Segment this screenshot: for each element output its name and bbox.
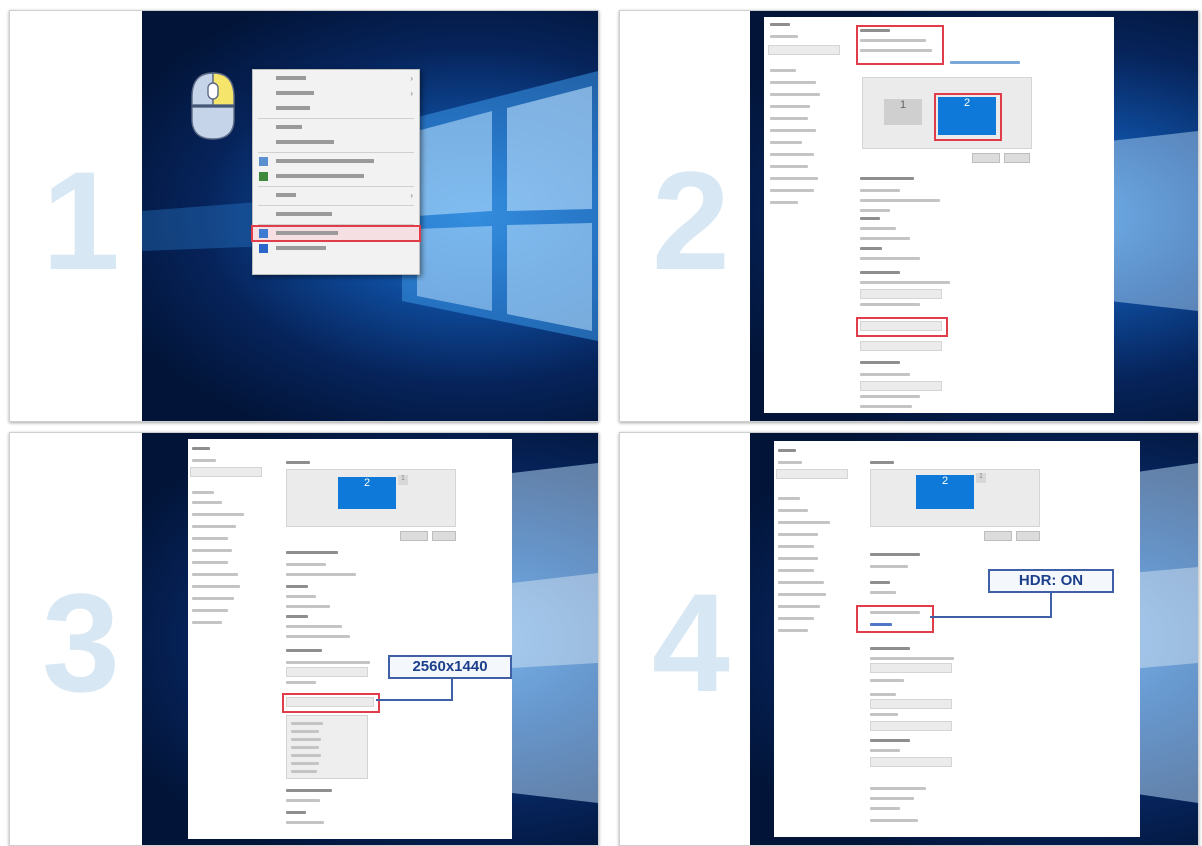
highlight-box xyxy=(856,25,944,65)
menu-item-view-options[interactable] xyxy=(253,208,419,221)
step-3-panel: 3 2 1 2560x1440 xyxy=(9,432,599,846)
menu-item-view[interactable]: › xyxy=(253,72,419,85)
step-2-panel: 2 1 2 xyxy=(619,10,1199,422)
step-number: 4 xyxy=(652,564,730,721)
monitor-2-tile[interactable]: 2 xyxy=(916,475,974,509)
hdr-toggle-highlight xyxy=(856,605,934,633)
context-menu: › › › xyxy=(251,69,421,275)
step-number: 3 xyxy=(42,564,120,721)
monitor-2-tile[interactable]: 2 xyxy=(338,477,396,509)
identify-button[interactable] xyxy=(972,153,1000,163)
resolution-options-list[interactable] xyxy=(286,715,368,779)
scale-dropdown[interactable] xyxy=(286,667,368,677)
settings-sidebar xyxy=(764,17,844,413)
detect-button[interactable] xyxy=(1016,531,1040,541)
orientation-dropdown[interactable] xyxy=(870,721,952,731)
multiple-displays-dropdown[interactable] xyxy=(860,381,942,391)
settings-sidebar xyxy=(188,439,268,839)
menu-item-control-panel[interactable] xyxy=(253,170,419,183)
menu-item-paste-shortcut[interactable] xyxy=(253,136,419,149)
display-icon xyxy=(259,229,268,238)
orientation-dropdown[interactable] xyxy=(860,341,942,351)
step-4-panel: 4 2 1 HDR: ON xyxy=(619,432,1199,846)
menu-item-refresh[interactable] xyxy=(253,102,419,115)
mouse-icon xyxy=(191,72,235,140)
menu-item-graphics-settings[interactable] xyxy=(253,155,419,168)
resolution-dropdown[interactable] xyxy=(870,699,952,709)
menu-item-sort-by[interactable]: › xyxy=(253,87,419,100)
search-input[interactable] xyxy=(776,469,848,479)
step-1-panel: 1 › › › xyxy=(9,10,599,422)
settings-sidebar xyxy=(774,441,854,837)
scale-dropdown[interactable] xyxy=(870,663,952,673)
detect-button[interactable] xyxy=(1004,153,1030,163)
menu-item-paste[interactable] xyxy=(253,121,419,134)
resolution-callout: 2560x1440 xyxy=(388,655,512,679)
personalize-icon xyxy=(259,244,268,253)
monitor-1-tile[interactable]: 1 xyxy=(884,99,922,125)
step-number: 1 xyxy=(42,142,120,299)
monitor-1-tile[interactable]: 1 xyxy=(976,473,986,483)
detect-button[interactable] xyxy=(432,531,456,541)
menu-item-display-settings[interactable] xyxy=(251,225,421,242)
settings-window: 2 1 xyxy=(774,441,1140,837)
hdr-callout: HDR: ON xyxy=(988,569,1114,593)
menu-item-new[interactable]: › xyxy=(253,189,419,202)
settings-window: 2 1 xyxy=(188,439,512,839)
monitor-1-tile[interactable]: 1 xyxy=(398,475,408,485)
multiple-displays-dropdown[interactable] xyxy=(870,757,952,767)
control-panel-icon xyxy=(259,172,268,181)
graphics-icon xyxy=(259,157,268,166)
search-input[interactable] xyxy=(768,45,840,55)
scale-dropdown[interactable] xyxy=(860,289,942,299)
menu-item-personalize[interactable] xyxy=(253,242,419,255)
search-input[interactable] xyxy=(190,467,262,477)
identify-button[interactable] xyxy=(400,531,428,541)
identify-button[interactable] xyxy=(984,531,1012,541)
step-number: 2 xyxy=(652,142,730,299)
settings-window: 1 2 xyxy=(764,17,1114,413)
